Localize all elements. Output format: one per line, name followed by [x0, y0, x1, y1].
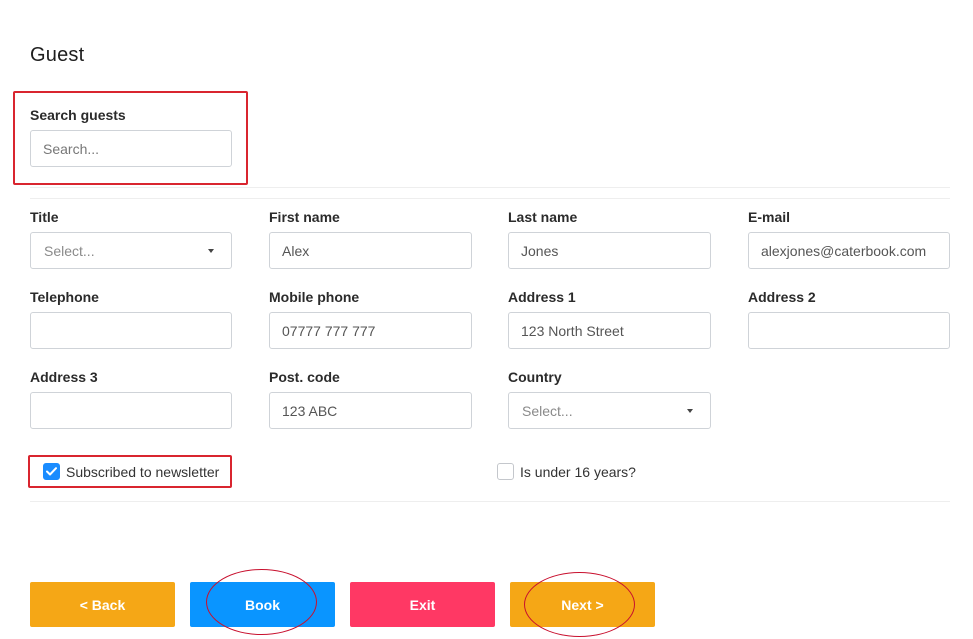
- checkbox-unchecked-icon: [497, 463, 514, 480]
- title-select-value: Select...: [44, 242, 95, 259]
- chevron-down-icon: [687, 408, 693, 413]
- telephone-label: Telephone: [30, 289, 99, 305]
- book-annotation-circle: [206, 569, 317, 635]
- address1-input[interactable]: [508, 312, 711, 349]
- address2-input[interactable]: [748, 312, 950, 349]
- newsletter-checkbox-label: Subscribed to newsletter: [66, 463, 220, 480]
- search-input[interactable]: [30, 130, 232, 167]
- last-name-input[interactable]: [508, 232, 711, 269]
- title-select[interactable]: Select...: [30, 232, 232, 269]
- address1-label: Address 1: [508, 289, 576, 305]
- exit-button[interactable]: Exit: [350, 582, 495, 627]
- address3-input[interactable]: [30, 392, 232, 429]
- last-name-label: Last name: [508, 209, 578, 225]
- mobile-phone-input[interactable]: [269, 312, 472, 349]
- back-button[interactable]: < Back: [30, 582, 175, 627]
- checkbox-checked-icon: [43, 463, 60, 480]
- country-select-value: Select...: [522, 402, 573, 419]
- country-select[interactable]: Select...: [508, 392, 711, 429]
- under16-checkbox[interactable]: Is under 16 years?: [497, 463, 636, 480]
- email-input[interactable]: [748, 232, 950, 269]
- divider: [30, 187, 950, 188]
- next-annotation-circle: [524, 572, 635, 637]
- first-name-label: First name: [269, 209, 340, 225]
- page-title: Guest: [30, 44, 85, 66]
- telephone-input[interactable]: [30, 312, 232, 349]
- address3-label: Address 3: [30, 369, 98, 385]
- first-name-input[interactable]: [269, 232, 472, 269]
- search-label: Search guests: [30, 107, 126, 123]
- address2-label: Address 2: [748, 289, 816, 305]
- country-label: Country: [508, 369, 562, 385]
- under16-checkbox-label: Is under 16 years?: [520, 463, 636, 480]
- divider: [30, 198, 950, 199]
- postcode-label: Post. code: [269, 369, 340, 385]
- chevron-down-icon: [208, 248, 214, 253]
- divider: [30, 501, 950, 502]
- email-label: E-mail: [748, 209, 791, 225]
- title-label: Title: [30, 209, 59, 225]
- newsletter-checkbox[interactable]: Subscribed to newsletter: [43, 463, 219, 480]
- postcode-input[interactable]: [269, 392, 472, 429]
- mobile-phone-label: Mobile phone: [269, 289, 360, 305]
